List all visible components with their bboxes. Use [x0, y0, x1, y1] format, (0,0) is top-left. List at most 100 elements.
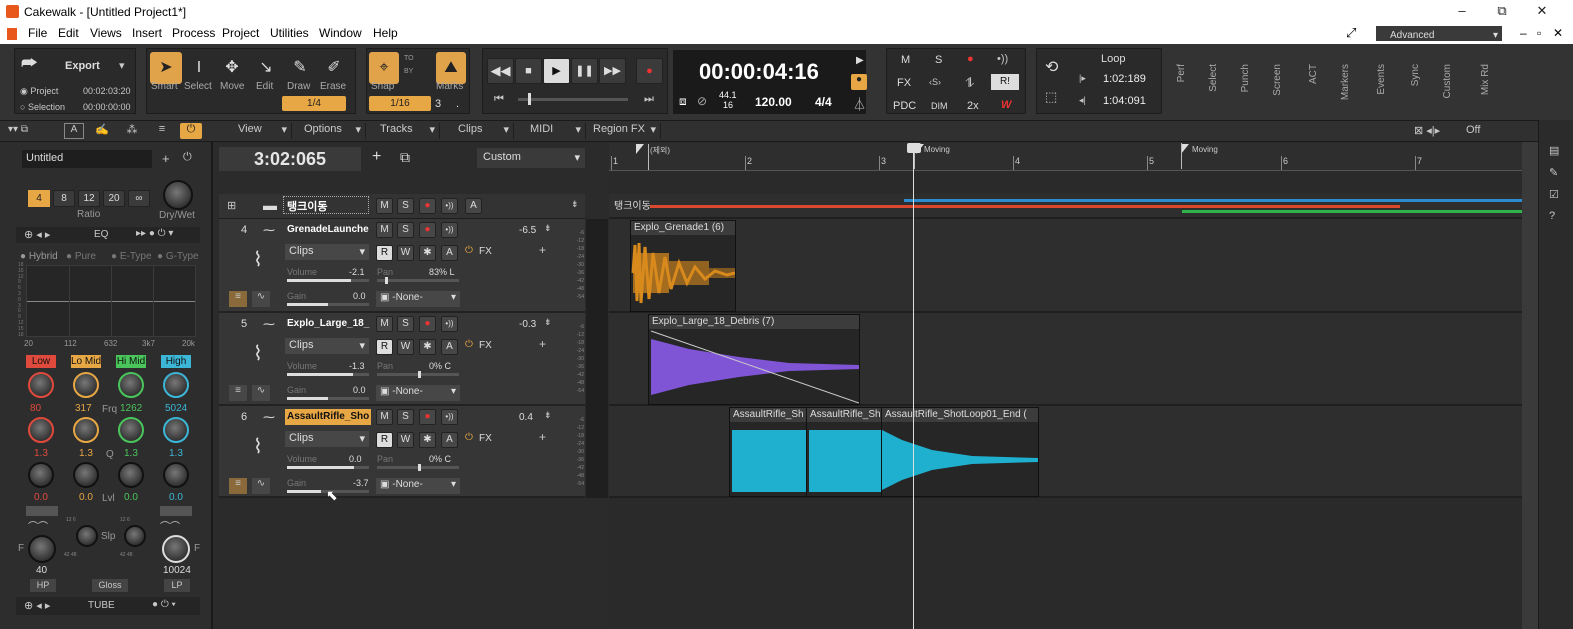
- now-time-small[interactable]: 3:02:065: [219, 147, 361, 171]
- gloss-button[interactable]: Gloss: [92, 579, 128, 592]
- track-mute-button[interactable]: M: [376, 409, 393, 425]
- ratio-20-button[interactable]: 20: [103, 190, 125, 207]
- eq-band-1-q-knob[interactable]: [73, 417, 99, 443]
- track-name[interactable]: AssaultRifle_Sho: [285, 409, 371, 425]
- pause-button[interactable]: ❚❚: [571, 58, 598, 84]
- eq-band-2-freq-knob[interactable]: [118, 372, 144, 398]
- selection-radio[interactable]: ○ Selection: [20, 102, 65, 112]
- marks-icon[interactable]: ⛰: [436, 52, 466, 84]
- select-tool-button[interactable]: I: [183, 52, 215, 84]
- eq-band-0-level-knob[interactable]: [28, 462, 54, 488]
- tab-sync[interactable]: Sync: [1402, 48, 1432, 114]
- options-menu[interactable]: Options ▾: [300, 123, 366, 139]
- track-view-dropdown[interactable]: Clips ▾: [285, 244, 369, 260]
- arm-all-icon[interactable]: ●: [967, 53, 974, 65]
- eq-band-3-freq-knob[interactable]: [163, 372, 189, 398]
- track-echo-button[interactable]: •)): [441, 222, 458, 238]
- clip-explo-large[interactable]: Explo_Large_18_Debris (7): [648, 314, 860, 405]
- export-dropdown-icon[interactable]: ▾: [119, 59, 125, 72]
- eq-graph[interactable]: [26, 265, 196, 337]
- eq-band-3-level-knob[interactable]: [163, 462, 189, 488]
- inspector-effects-icon[interactable]: ✍: [92, 123, 112, 139]
- browser-media-icon[interactable]: ▤: [1549, 144, 1559, 157]
- play-button[interactable]: ▶: [543, 58, 570, 84]
- eq-band-2-label[interactable]: Hi Mid: [116, 355, 146, 368]
- track-envelope-icon[interactable]: ∿: [252, 478, 270, 494]
- inspector-audio-tab[interactable]: A: [64, 123, 84, 139]
- draw-tool-button[interactable]: ✎: [284, 52, 316, 84]
- preset-add-icon[interactable]: +: [162, 151, 170, 166]
- edit-tool-button[interactable]: ↘: [250, 52, 282, 84]
- meter[interactable]: 4/4: [815, 95, 832, 109]
- fx-power-icon[interactable]: ⏻: [465, 339, 473, 350]
- mode-gtype[interactable]: ● G-Type: [157, 251, 199, 262]
- eq-controls-icon[interactable]: ▸▸ ● ⏻ ▾: [136, 228, 173, 239]
- eq-band-1-label[interactable]: Lo Mid: [71, 355, 101, 368]
- menu-project[interactable]: Project: [222, 26, 259, 40]
- loop-toggle-icon[interactable]: ⟲: [1045, 57, 1058, 77]
- solo-all-button[interactable]: S: [935, 54, 942, 66]
- track-echo-button[interactable]: •)): [441, 316, 458, 332]
- tempo[interactable]: 120.00: [755, 95, 792, 109]
- fx-power-icon[interactable]: ⏻: [465, 245, 473, 256]
- fx-add-icon[interactable]: +: [539, 337, 546, 351]
- mdi-close-button[interactable]: ✕: [1553, 26, 1563, 40]
- menu-help[interactable]: Help: [373, 26, 398, 40]
- tab-events[interactable]: Events: [1368, 48, 1398, 114]
- hp-freq-knob[interactable]: [28, 535, 56, 563]
- close-button[interactable]: ✕: [1532, 3, 1552, 21]
- preset-power-icon[interactable]: ⏻: [183, 151, 192, 164]
- workspace-dropdown[interactable]: Advanced ▾: [1376, 26, 1502, 41]
- volume-slider[interactable]: [287, 466, 369, 469]
- eq-band-2-q-knob[interactable]: [118, 417, 144, 443]
- tube-controls-icon[interactable]: ● ⏻ ▾: [152, 599, 176, 610]
- input-echo-icon[interactable]: •)): [997, 53, 1008, 65]
- go-to-start-icon[interactable]: ⏮: [494, 93, 504, 106]
- menu-insert[interactable]: Insert: [132, 26, 162, 40]
- mode-etype[interactable]: ● E-Type: [111, 251, 152, 262]
- folder-solo-button[interactable]: S: [397, 198, 414, 214]
- write-all-button[interactable]: W: [1001, 99, 1011, 111]
- pan-slider[interactable]: [377, 277, 459, 284]
- track-write-button[interactable]: W: [397, 432, 414, 448]
- audio-engine-icon[interactable]: ⧈: [679, 94, 687, 109]
- fx-add-icon[interactable]: +: [539, 430, 546, 444]
- loop-start[interactable]: 1:02:189: [1103, 73, 1146, 85]
- pdc-button[interactable]: PDC: [893, 100, 916, 112]
- read-all-button[interactable]: R!: [991, 74, 1019, 90]
- eq-band-1-level-knob[interactable]: [73, 462, 99, 488]
- vertical-scrollbar[interactable]: [1522, 142, 1538, 629]
- play-small-icon[interactable]: ▶: [856, 55, 864, 66]
- pan-slider[interactable]: [377, 464, 459, 471]
- eq-band-0-q-knob[interactable]: [28, 417, 54, 443]
- position-slider[interactable]: [518, 93, 628, 105]
- snap-grid-icon[interactable]: ⊠ ◂|▸: [1414, 124, 1440, 137]
- eq-band-3-label[interactable]: High: [161, 355, 191, 368]
- fx-power-icon[interactable]: ⏻: [465, 432, 473, 443]
- inspector-collapse-icon[interactable]: ▾▾ ⧉: [8, 124, 28, 135]
- folder-mute-button[interactable]: M: [376, 198, 393, 214]
- double-speed-button[interactable]: 2x: [967, 100, 979, 112]
- tab-mix-rd[interactable]: Mix Rd: [1472, 48, 1502, 114]
- clip-assault-rifle-end[interactable]: AssaultRifle_ShotLoop01_End (: [881, 407, 1039, 497]
- track-freeze-button[interactable]: ✱: [419, 245, 436, 261]
- input-dropdown[interactable]: ▣ -None- ▾: [376, 291, 460, 307]
- track-view-dropdown[interactable]: Clips ▾: [285, 431, 369, 447]
- dry-wet-knob[interactable]: [163, 180, 193, 210]
- count-in-toggle[interactable]: ●: [851, 74, 867, 90]
- smart-tool-button[interactable]: ➤: [150, 52, 182, 84]
- eq-nav-icon[interactable]: ⊕ ◂ ▸: [24, 228, 50, 241]
- region-fx-menu[interactable]: Region FX ▾: [589, 123, 661, 139]
- mdi-minimize-button[interactable]: –: [1520, 26, 1527, 40]
- now-time-cursor[interactable]: [913, 143, 914, 629]
- track-freeze-button[interactable]: ✱: [419, 432, 436, 448]
- metronome-off-icon[interactable]: ⊘: [697, 94, 707, 108]
- track-menu-icon[interactable]: ⇟: [544, 410, 552, 421]
- now-time[interactable]: 00:00:04:16: [699, 59, 819, 85]
- track-automation-button[interactable]: A: [441, 432, 458, 448]
- lp-freq-knob[interactable]: [162, 535, 190, 563]
- inspector-list-icon[interactable]: ≡: [152, 123, 172, 139]
- track-name[interactable]: Explo_Large_18_: [285, 316, 371, 332]
- track-read-button[interactable]: R: [376, 339, 393, 355]
- track-header-4[interactable]: 4 ⁓ GrenadeLaunche M S ● •)) -6.5 ⇟ ⌇ Cl…: [219, 219, 585, 313]
